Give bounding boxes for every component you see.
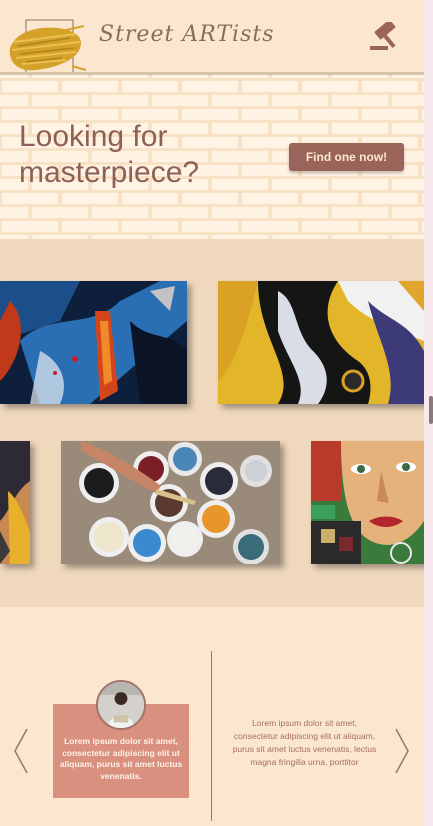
gallery-image-abstract[interactable] [0, 281, 187, 404]
find-one-now-button[interactable]: Find one now! [289, 143, 404, 171]
chevron-right-icon[interactable] [393, 727, 411, 775]
gavel-icon[interactable] [368, 19, 402, 52]
scrollbar-thumb[interactable] [429, 396, 433, 424]
chevron-left-icon[interactable] [12, 727, 30, 775]
gallery-image-paint-cans[interactable] [61, 441, 280, 564]
page: Street ARTists Looking for masterpiece? … [0, 0, 433, 826]
brand-name: Street ARTists [99, 22, 275, 47]
testimonial-text: Lorem ipsum dolor sit amet, consectetur … [232, 718, 377, 767]
avatar[interactable] [96, 680, 146, 730]
testimonials-section: Lorem ipsum dolor sit amet, consectetur … [0, 607, 424, 826]
gallery-image-graffiti-face[interactable] [311, 441, 424, 564]
gallery-image-fluid-art[interactable] [218, 281, 424, 404]
art-gallery [0, 239, 424, 607]
testimonial-card-text: Lorem ipsum dolor sit amet, consectetur … [59, 736, 183, 781]
hero-section: Looking for masterpiece? Find one now! [0, 75, 424, 239]
testimonial-divider [211, 651, 212, 821]
hero-title: Looking for masterpiece? [19, 120, 200, 189]
site-header: Street ARTists [0, 0, 424, 78]
gold-paint-logo-icon[interactable] [6, 18, 87, 80]
gallery-image-fluid-partial[interactable] [0, 441, 30, 564]
